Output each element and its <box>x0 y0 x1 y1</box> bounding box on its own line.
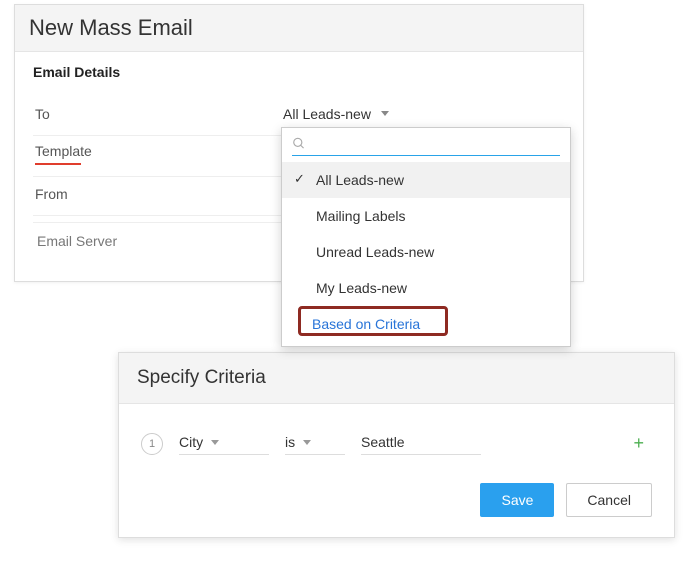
based-on-criteria-link[interactable]: Based on Criteria <box>304 312 428 336</box>
search-icon <box>292 136 306 151</box>
criteria-field-dropdown[interactable]: City <box>179 432 269 455</box>
dropdown-item-label: Mailing Labels <box>316 208 406 224</box>
to-dropdown-trigger[interactable]: All Leads-new <box>283 106 389 122</box>
cancel-button[interactable]: Cancel <box>566 483 652 517</box>
dropdown-item-my-leads[interactable]: My Leads-new <box>282 270 570 306</box>
specify-criteria-panel: Specify Criteria 1 City is Seattle + Sav… <box>118 352 675 538</box>
to-label: To <box>33 106 283 122</box>
template-label: Template <box>33 143 283 165</box>
dropdown-item-label: All Leads-new <box>316 172 404 188</box>
dropdown-item-label: Unread Leads-new <box>316 244 434 260</box>
to-value: All Leads-new <box>283 106 371 122</box>
caret-down-icon <box>211 440 219 445</box>
criteria-value-input[interactable]: Seattle <box>361 432 481 455</box>
dropdown-item-label: My Leads-new <box>316 280 407 296</box>
plus-icon: + <box>633 433 644 453</box>
criteria-operator-dropdown[interactable]: is <box>285 432 345 455</box>
criteria-value-text: Seattle <box>361 434 405 450</box>
criteria-field-value: City <box>179 434 203 450</box>
add-criteria-button[interactable]: + <box>625 433 652 454</box>
row-number-badge: 1 <box>141 433 163 455</box>
to-dropdown-menu: All Leads-new Mailing Labels Unread Lead… <box>281 127 571 347</box>
criteria-operator-value: is <box>285 434 295 450</box>
template-required-underline <box>35 163 81 165</box>
dropdown-item-all-leads[interactable]: All Leads-new <box>282 162 570 198</box>
dropdown-search-input[interactable] <box>312 136 560 151</box>
from-label: From <box>33 186 283 202</box>
dropdown-search-wrap <box>282 128 570 162</box>
criteria-footer: Save Cancel <box>119 473 674 537</box>
specify-criteria-title: Specify Criteria <box>119 353 674 404</box>
dropdown-criteria-wrap: Based on Criteria <box>282 306 570 346</box>
save-button[interactable]: Save <box>480 483 554 517</box>
criteria-row: 1 City is Seattle + <box>141 432 652 455</box>
dropdown-item-unread-leads[interactable]: Unread Leads-new <box>282 234 570 270</box>
dropdown-item-mailing-labels[interactable]: Mailing Labels <box>282 198 570 234</box>
section-title: Email Details <box>33 64 565 80</box>
panel-title: New Mass Email <box>15 5 583 52</box>
template-label-text: Template <box>35 143 92 159</box>
caret-down-icon <box>303 440 311 445</box>
caret-down-icon <box>381 111 389 116</box>
